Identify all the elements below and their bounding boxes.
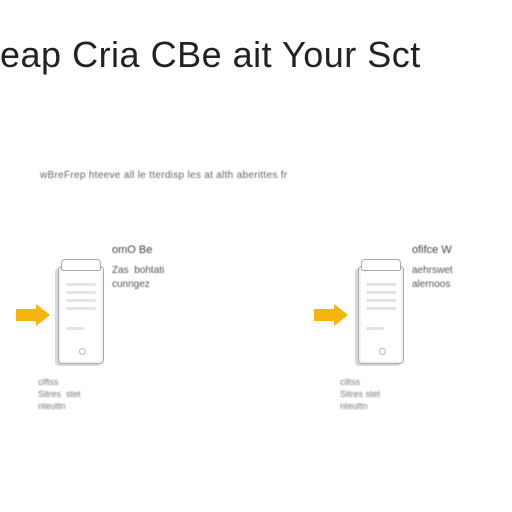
block-footer: ciftss Sitres stet nteuttn: [38, 376, 81, 412]
diagram-block-right: ofifce W aehrswet alernoos ciltss Sitres…: [300, 260, 510, 420]
block-caption-top: ofifce W: [412, 244, 452, 256]
block-caption-lines: aehrswet alernoos: [412, 264, 453, 292]
arrow-right-icon: [16, 304, 52, 326]
block-caption-top: omO Be: [112, 244, 152, 256]
page-title: eap Cria CBe ait Your Sct: [0, 34, 421, 76]
device-icon: [58, 260, 104, 370]
page-subtitle: wBreFrep hteeve all le tterdisp les at a…: [40, 170, 287, 181]
diagram-row: omO Be Zas bohtati cunngez ciftss Sitres…: [0, 260, 512, 440]
arrow-right-icon: [314, 304, 350, 326]
device-icon: [358, 260, 404, 370]
block-caption-lines: Zas bohtati cunngez: [112, 264, 164, 292]
diagram-block-left: omO Be Zas bohtati cunngez ciftss Sitres…: [20, 260, 230, 420]
block-footer: ciltss Sitres stet nteuttn: [340, 376, 380, 412]
